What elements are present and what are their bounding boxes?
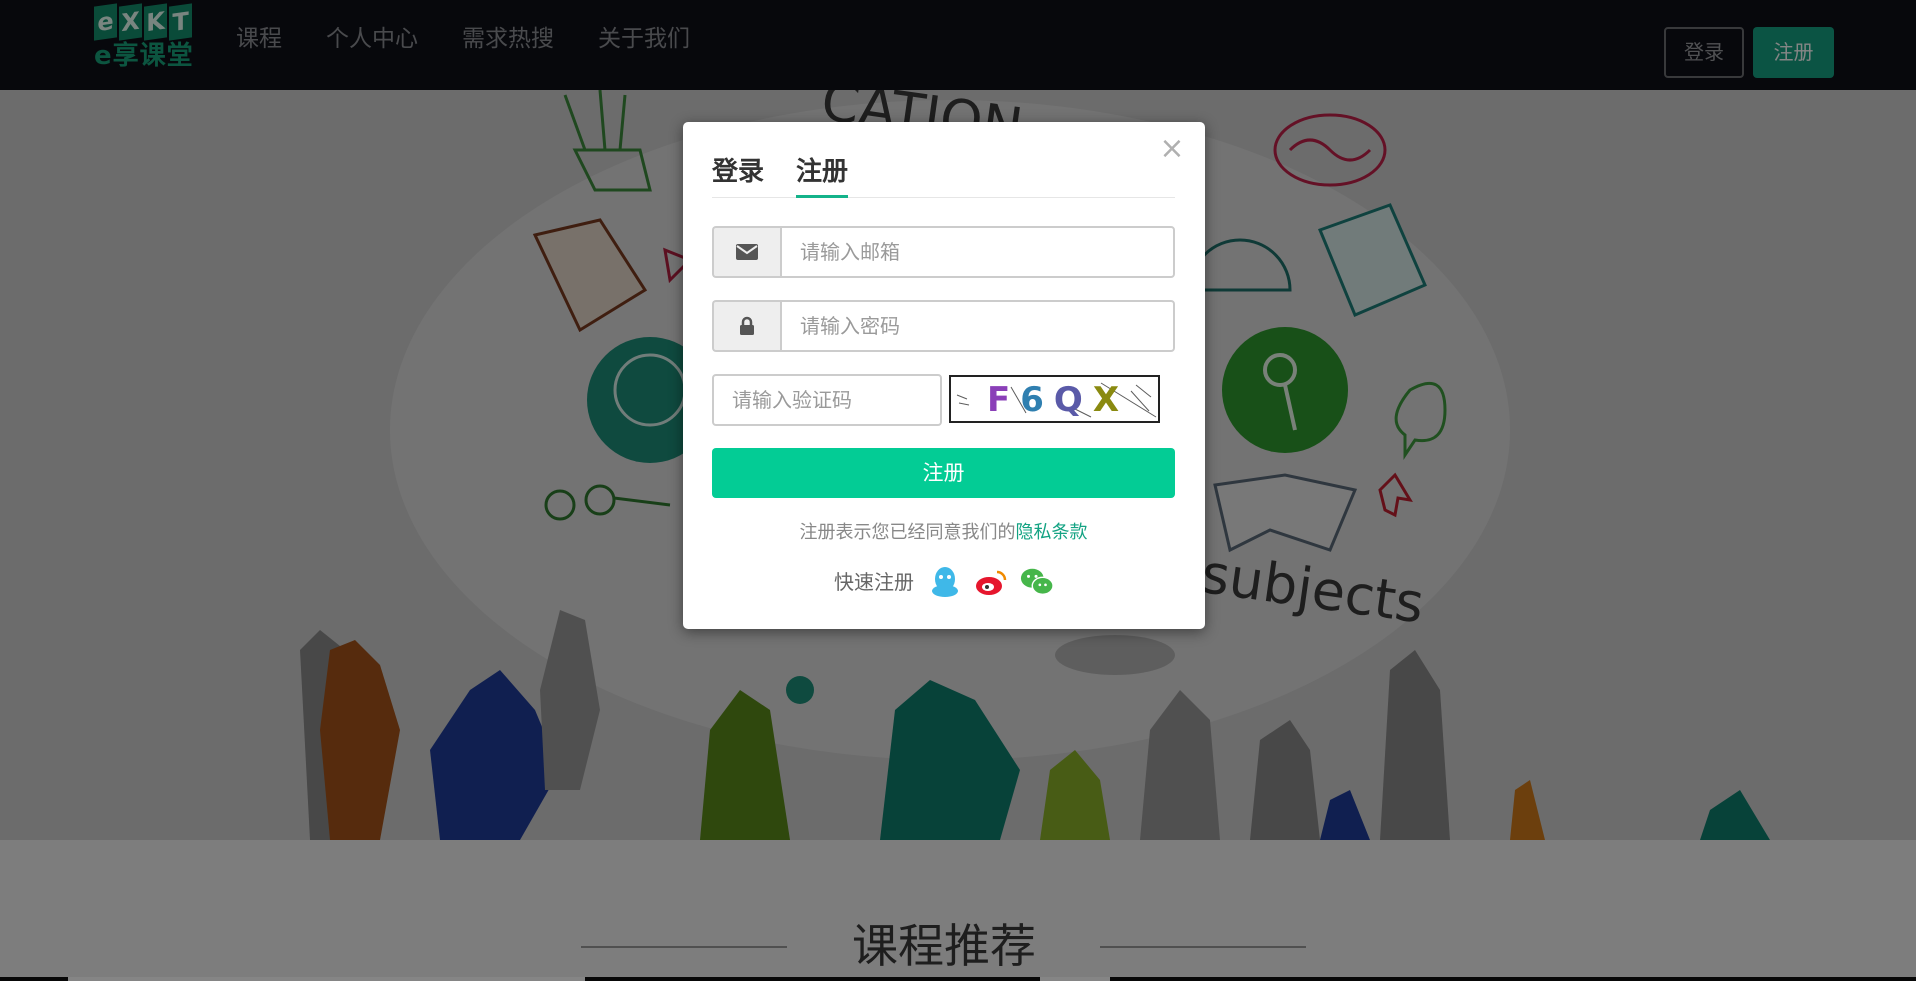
captcha-field[interactable] (712, 374, 942, 426)
envelope-icon (712, 226, 780, 278)
captcha-char: Q (1054, 380, 1093, 420)
email-field[interactable] (780, 226, 1175, 278)
password-field[interactable] (780, 300, 1175, 352)
captcha-char: F (987, 380, 1020, 420)
qq-icon[interactable] (928, 565, 962, 599)
quick-register: 快速注册 (683, 565, 1205, 599)
register-submit-button[interactable]: 注册 (712, 448, 1175, 498)
captcha-image[interactable]: F6QX (949, 375, 1160, 423)
quick-register-label: 快速注册 (834, 570, 914, 594)
captcha-text: F6QX (987, 380, 1129, 420)
tab-login[interactable]: 登录 (712, 152, 764, 198)
agreement-prefix: 注册表示您已经同意我们的 (799, 522, 1016, 543)
tab-register[interactable]: 注册 (796, 152, 849, 198)
privacy-policy-link[interactable]: 隐私条款 (1016, 522, 1088, 543)
weibo-icon[interactable] (974, 565, 1008, 599)
password-input-group (712, 300, 1175, 352)
register-modal: × 登录 注册 F6QX 注册 注 (683, 122, 1205, 629)
agreement-text: 注册表示您已经同意我们的隐私条款 (712, 520, 1175, 546)
lock-icon (712, 300, 780, 352)
auth-tabs: 登录 注册 (712, 152, 1175, 198)
captcha-char: X (1093, 380, 1129, 420)
captcha-char: 6 (1020, 380, 1054, 420)
email-input-group (712, 226, 1175, 278)
wechat-icon[interactable] (1020, 565, 1054, 599)
